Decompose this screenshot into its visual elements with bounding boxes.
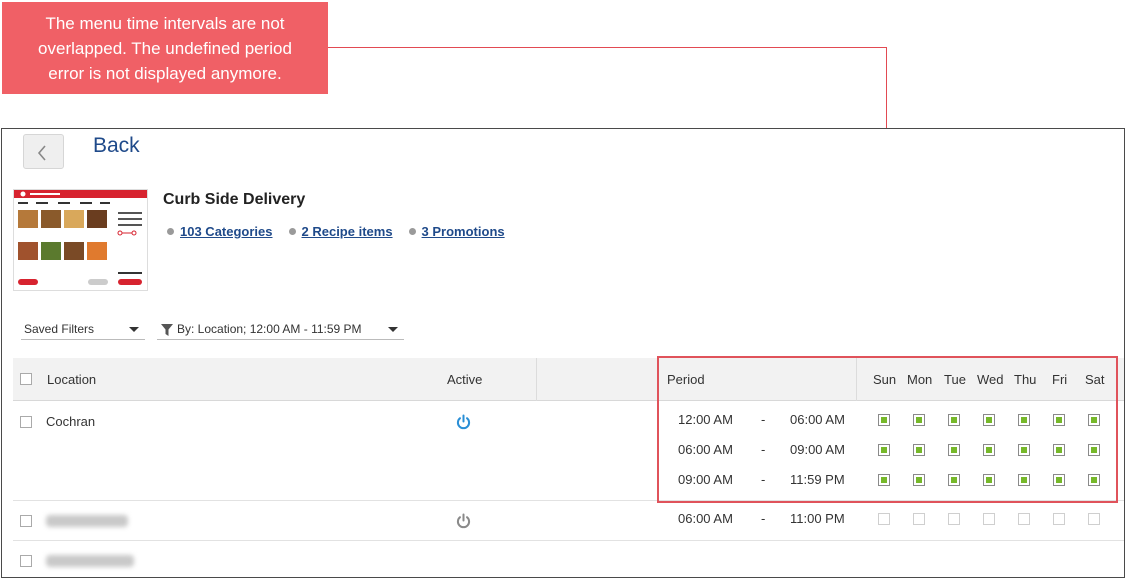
redacted-location-name bbox=[46, 515, 128, 527]
row-checkbox[interactable] bbox=[20, 416, 32, 428]
back-link[interactable]: Back bbox=[93, 134, 140, 158]
bullet-icon bbox=[408, 228, 416, 235]
power-active-icon[interactable] bbox=[456, 414, 471, 430]
promotions-link[interactable]: 3 Promotions bbox=[422, 224, 505, 239]
saved-filters-label: Saved Filters bbox=[24, 322, 95, 336]
caret-down-icon bbox=[388, 327, 398, 332]
active-filter-label: By: Location; 12:00 AM - 11:59 PM bbox=[177, 322, 362, 336]
period-highlight-box bbox=[657, 356, 1118, 503]
menu-thumbnail[interactable] bbox=[13, 189, 148, 291]
caret-down-icon bbox=[129, 327, 139, 332]
callout-connector-line bbox=[328, 47, 887, 48]
active-column-header[interactable]: Active bbox=[447, 358, 482, 401]
select-all-checkbox[interactable] bbox=[20, 373, 32, 385]
callout-line-3: error is not displayed anymore. bbox=[48, 64, 282, 83]
power-inactive-icon[interactable] bbox=[456, 513, 471, 529]
period-end: 11:00 PM bbox=[790, 511, 845, 526]
menu-title: Curb Side Delivery bbox=[163, 191, 306, 208]
day-checkbox-thu[interactable] bbox=[1018, 513, 1030, 525]
categories-link[interactable]: 103 Categories bbox=[180, 224, 273, 239]
day-checkbox-fri[interactable] bbox=[1053, 513, 1065, 525]
bullet-icon bbox=[288, 228, 296, 235]
day-checkbox-sun[interactable] bbox=[878, 513, 890, 525]
row-divider bbox=[13, 540, 1124, 541]
app-window: Back Curb Side Delivery 103 Categories 2… bbox=[1, 128, 1125, 578]
period-separator: - bbox=[761, 511, 766, 526]
chevron-left-icon bbox=[37, 145, 46, 161]
row-checkbox[interactable] bbox=[20, 515, 32, 527]
promotions-link-item: 3 Promotions bbox=[408, 224, 505, 239]
day-checkbox-sat[interactable] bbox=[1088, 513, 1100, 525]
categories-link-item: 103 Categories bbox=[167, 224, 273, 239]
screenshot-page: The menu time intervals are not overlapp… bbox=[0, 0, 1126, 579]
callout-line-1: The menu time intervals are not bbox=[45, 14, 285, 33]
callout-connector-line bbox=[886, 47, 887, 129]
redacted-location-name bbox=[46, 555, 134, 567]
recipe-items-link[interactable]: 2 Recipe items bbox=[302, 224, 393, 239]
recipe-link-item: 2 Recipe items bbox=[288, 224, 393, 239]
day-checkbox-tue[interactable] bbox=[948, 513, 960, 525]
active-filter-dropdown[interactable]: By: Location; 12:00 AM - 11:59 PM bbox=[157, 318, 404, 340]
bullet-icon bbox=[167, 228, 174, 235]
menu-summary-links: 103 Categories 2 Recipe items 3 Promotio… bbox=[167, 224, 521, 239]
saved-filters-dropdown[interactable]: Saved Filters bbox=[21, 318, 145, 340]
back-button[interactable] bbox=[23, 134, 64, 169]
day-checkbox-mon[interactable] bbox=[913, 513, 925, 525]
menu-preview-image bbox=[14, 190, 147, 285]
location-column-header[interactable]: Location bbox=[47, 358, 96, 401]
annotation-callout: The menu time intervals are not overlapp… bbox=[2, 2, 328, 94]
day-checkbox-wed[interactable] bbox=[983, 513, 995, 525]
filter-icon bbox=[161, 324, 173, 336]
location-name: Cochran bbox=[46, 414, 96, 429]
column-divider bbox=[536, 358, 537, 401]
row-checkbox[interactable] bbox=[20, 555, 32, 567]
callout-line-2: overlapped. The undefined period bbox=[38, 39, 292, 58]
period-start: 06:00 AM bbox=[678, 511, 733, 526]
